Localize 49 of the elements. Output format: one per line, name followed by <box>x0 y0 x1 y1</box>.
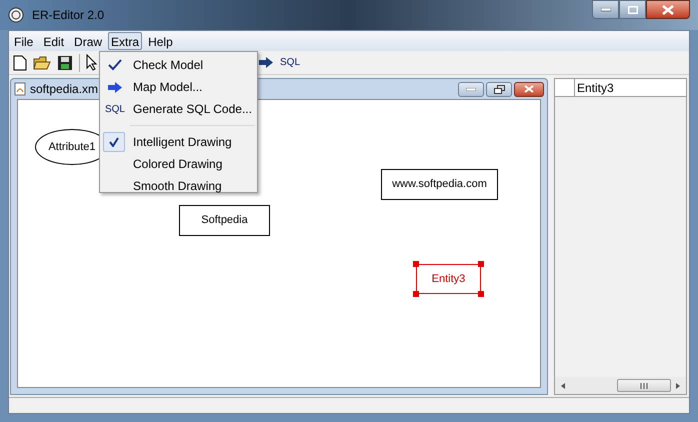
checkmark-icon <box>108 59 122 71</box>
menu-checkbox[interactable] <box>103 132 125 152</box>
menu-item[interactable]: Draw <box>70 32 106 50</box>
app-logo-icon <box>8 7 24 23</box>
minimize-button[interactable] <box>592 0 619 19</box>
minimize-icon <box>600 8 610 12</box>
close-button[interactable] <box>646 0 690 19</box>
resize-handle[interactable] <box>478 261 484 267</box>
table-cell-text: Entity3 <box>576 80 615 96</box>
arrow-icon <box>107 80 123 94</box>
pointer-icon[interactable] <box>86 54 98 71</box>
restore-icon <box>494 84 504 94</box>
resize-handle[interactable] <box>413 291 419 297</box>
menu-item[interactable]: Generate SQL Code... <box>130 100 252 118</box>
menu-item[interactable]: Intelligent Drawing <box>130 133 232 151</box>
document-icon <box>14 82 26 96</box>
minimize-icon <box>466 88 476 90</box>
sql-button[interactable]: SQL <box>280 55 300 70</box>
sql-icon: SQL <box>104 102 125 116</box>
close-icon <box>524 85 534 93</box>
resize-handle[interactable] <box>478 291 484 297</box>
menu-item[interactable]: Colored Drawing <box>130 155 222 173</box>
maximize-button[interactable] <box>619 0 646 19</box>
checkmark-icon <box>109 137 119 147</box>
menu-item[interactable]: Map Model... <box>130 78 202 96</box>
grip-icon <box>640 382 648 388</box>
menu-item[interactable]: Check Model <box>130 56 204 74</box>
new-file-icon[interactable] <box>13 54 27 70</box>
entity-box: www.softpedia.com <box>381 169 498 200</box>
maximize-icon <box>628 6 638 14</box>
open-folder-icon[interactable] <box>33 55 51 70</box>
menu-item[interactable]: Help <box>144 32 177 50</box>
entity-box: Entity3 <box>416 264 481 294</box>
close-icon <box>662 4 674 14</box>
menu-item[interactable]: Edit <box>39 32 68 50</box>
horizontal-scrollbar[interactable] <box>555 377 686 394</box>
minimize-button[interactable] <box>458 82 484 96</box>
window-title: ER-Editor 2.0 <box>32 7 104 24</box>
restore-button[interactable] <box>486 82 512 96</box>
scrollbar-thumb[interactable] <box>617 379 671 392</box>
document-title: softpedia.xm <box>30 81 98 98</box>
save-icon[interactable] <box>57 54 73 70</box>
arrow-icon[interactable] <box>258 56 274 69</box>
menu-item[interactable]: Extra <box>108 32 142 50</box>
entity-box: Softpedia <box>179 205 270 236</box>
close-button[interactable] <box>514 82 544 96</box>
menu-item[interactable]: File <box>10 32 38 50</box>
menu-item[interactable]: Smooth Drawing <box>130 177 222 195</box>
resize-handle[interactable] <box>413 261 419 267</box>
